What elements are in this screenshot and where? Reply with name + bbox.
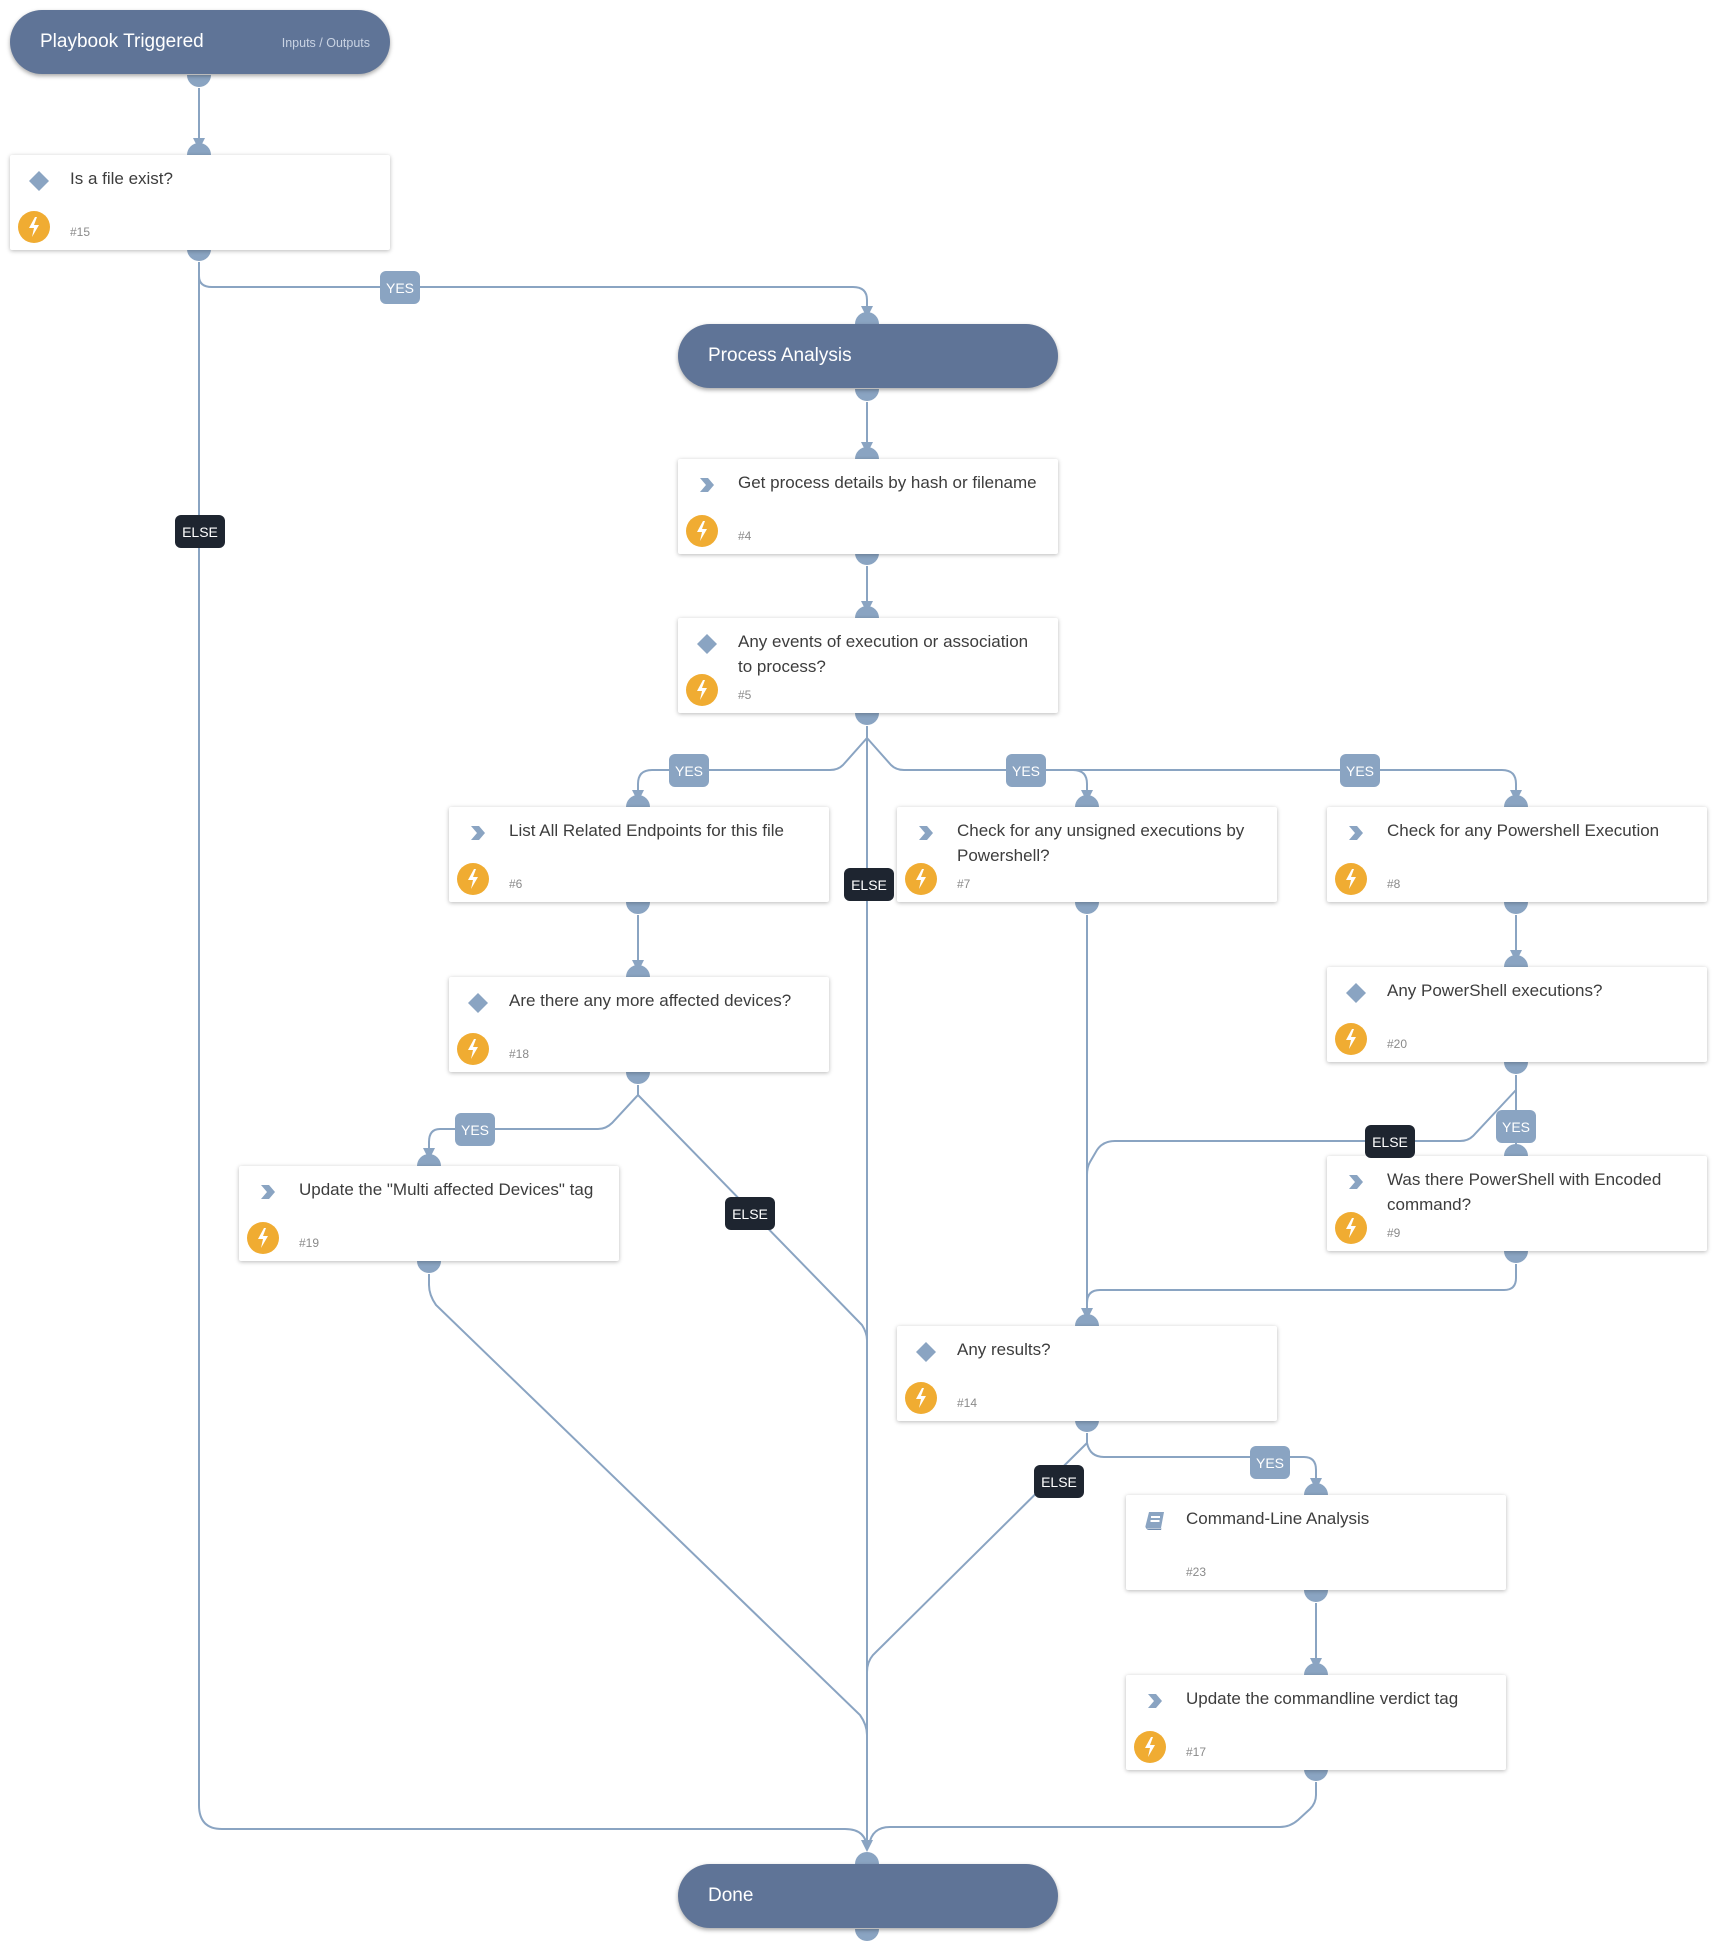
- action-chevron-icon: [1344, 821, 1368, 845]
- section-title: Process Analysis: [708, 345, 852, 366]
- task-card-7[interactable]: Check for any unsigned executions by Pow…: [897, 807, 1277, 902]
- branch-else-15[interactable]: ELSE: [175, 515, 225, 548]
- condition-diamond-icon: [1344, 981, 1368, 1005]
- task-number: #14: [957, 1396, 978, 1410]
- task-label: Any events of execution or association t…: [738, 632, 1029, 676]
- task-card-5[interactable]: Any events of execution or association t…: [678, 618, 1058, 713]
- branch-else-20[interactable]: ELSE: [1365, 1125, 1415, 1158]
- action-chevron-icon: [256, 1180, 280, 1204]
- arrowhead: [861, 1840, 873, 1852]
- branch-yes-5-to-8[interactable]: YES: [1340, 754, 1380, 787]
- condition-diamond-icon: [914, 1340, 938, 1364]
- branch-yes-5-to-7[interactable]: YES: [1006, 754, 1046, 787]
- automation-bolt-icon: [905, 1382, 937, 1414]
- automation-bolt-icon: [686, 674, 718, 706]
- done-node[interactable]: Done: [678, 1864, 1058, 1928]
- automation-bolt-icon: [457, 863, 489, 895]
- task-card-8[interactable]: Check for any Powershell Execution #8: [1327, 807, 1707, 902]
- task-card-6[interactable]: List All Related Endpoints for this file…: [449, 807, 829, 902]
- automation-bolt-icon: [457, 1033, 489, 1065]
- task-number: #4: [738, 529, 752, 543]
- action-chevron-icon: [914, 821, 938, 845]
- automation-bolt-icon: [18, 211, 50, 243]
- playbook-triggered-node[interactable]: Playbook Triggered Inputs / Outputs: [10, 10, 390, 74]
- action-chevron-icon: [1344, 1170, 1368, 1194]
- task-label: Update the commandline verdict tag: [1186, 1689, 1459, 1708]
- task-label: Check for any Powershell Execution: [1387, 821, 1660, 840]
- branch-yes-5-to-6[interactable]: YES: [669, 754, 709, 787]
- task-label: Was there PowerShell with Encoded comman…: [1387, 1170, 1662, 1214]
- inputs-outputs-link[interactable]: Inputs / Outputs: [282, 36, 370, 50]
- automation-bolt-icon: [905, 863, 937, 895]
- section-process-analysis[interactable]: Process Analysis: [678, 324, 1058, 388]
- branch-else-14[interactable]: ELSE: [1034, 1465, 1084, 1498]
- action-chevron-icon: [1143, 1689, 1167, 1713]
- automation-bolt-icon: [1134, 1731, 1166, 1763]
- task-label: Are there any more affected devices?: [509, 991, 792, 1010]
- action-chevron-icon: [466, 821, 490, 845]
- branch-yes-15[interactable]: YES: [380, 271, 420, 304]
- condition-diamond-icon: [27, 169, 51, 193]
- automation-bolt-icon: [1335, 1023, 1367, 1055]
- condition-diamond-icon: [695, 632, 719, 656]
- task-card-9[interactable]: Was there PowerShell with Encoded comman…: [1327, 1156, 1707, 1251]
- task-number: #6: [509, 877, 523, 891]
- action-chevron-icon: [695, 473, 719, 497]
- automation-bolt-icon: [1335, 1212, 1367, 1244]
- task-number: #5: [738, 688, 752, 702]
- task-label: List All Related Endpoints for this file: [509, 821, 784, 840]
- edge-19-to-done: [428, 1274, 868, 1736]
- branch-yes-20[interactable]: YES: [1496, 1110, 1536, 1143]
- edge-17-to-done: [868, 1782, 1317, 1846]
- task-number: #17: [1186, 1745, 1207, 1759]
- task-label: Command-Line Analysis: [1186, 1509, 1370, 1528]
- edge-15-yes: [198, 262, 868, 316]
- task-number: #19: [299, 1236, 320, 1250]
- task-card-17[interactable]: Update the commandline verdict tag #17: [1126, 1675, 1506, 1770]
- task-card-18[interactable]: Are there any more affected devices? #18: [449, 977, 829, 1072]
- branch-yes-18[interactable]: YES: [455, 1113, 495, 1146]
- task-card-23[interactable]: Command-Line Analysis #23: [1126, 1495, 1506, 1590]
- task-label: Get process details by hash or filename: [738, 473, 1037, 492]
- task-label: Check for any unsigned executions by Pow…: [957, 821, 1245, 865]
- task-card-15[interactable]: Is a file exist? #15: [10, 155, 390, 250]
- task-number: #23: [1186, 1565, 1207, 1579]
- edge-5-yes-8: [904, 769, 1517, 800]
- task-label: Any results?: [957, 1340, 1051, 1359]
- task-card-4[interactable]: Get process details by hash or filename …: [678, 459, 1058, 554]
- task-card-19[interactable]: Update the "Multi affected Devices" tag …: [239, 1166, 619, 1261]
- task-number: #8: [1387, 877, 1401, 891]
- edge-9-to-14: [1086, 1264, 1517, 1304]
- task-number: #20: [1387, 1037, 1408, 1051]
- task-number: #7: [957, 877, 971, 891]
- branch-else-18[interactable]: ELSE: [725, 1197, 775, 1230]
- task-label: Is a file exist?: [70, 169, 173, 188]
- automation-bolt-icon: [247, 1222, 279, 1254]
- condition-diamond-icon: [466, 991, 490, 1015]
- task-number: #9: [1387, 1226, 1401, 1240]
- task-number: #15: [70, 225, 91, 239]
- task-label: Update the "Multi affected Devices" tag: [299, 1180, 594, 1199]
- playbook-book-icon: [1143, 1509, 1167, 1533]
- automation-bolt-icon: [1335, 863, 1367, 895]
- branch-yes-14[interactable]: YES: [1250, 1446, 1290, 1479]
- task-card-14[interactable]: Any results? #14: [897, 1326, 1277, 1421]
- task-number: #18: [509, 1047, 530, 1061]
- branch-else-5[interactable]: ELSE: [844, 868, 894, 901]
- task-card-20[interactable]: Any PowerShell executions? #20: [1327, 967, 1707, 1062]
- task-label: Any PowerShell executions?: [1387, 981, 1603, 1000]
- start-title: Playbook Triggered: [40, 31, 204, 52]
- automation-bolt-icon: [686, 515, 718, 547]
- end-title: Done: [708, 1885, 754, 1906]
